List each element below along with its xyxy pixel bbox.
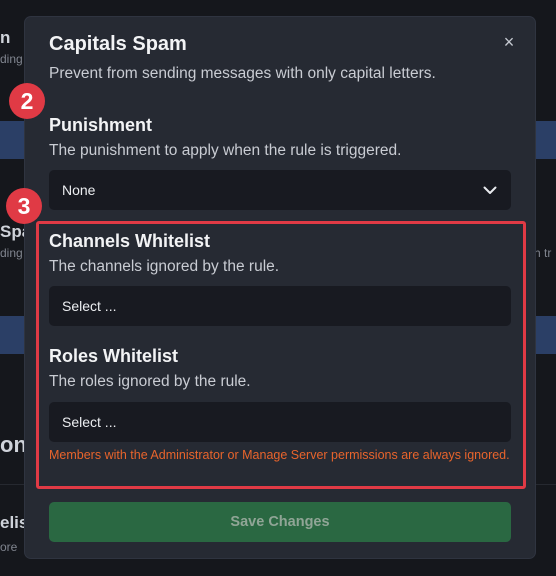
bg-text: ding (0, 52, 23, 66)
punishment-title: Punishment (49, 115, 153, 135)
save-changes-button[interactable]: Save Changes (49, 502, 511, 542)
punishment-select[interactable]: None (49, 170, 511, 210)
bg-text: ding (0, 246, 23, 260)
chevron-down-icon (483, 186, 497, 194)
modal-title: Capitals Spam (49, 33, 187, 55)
step-badge-3: 3 (6, 188, 42, 224)
highlight-box (36, 221, 526, 489)
step-badge-2: 2 (9, 83, 45, 119)
punishment-description: The punishment to apply when the rule is… (49, 142, 402, 159)
punishment-value: None (62, 182, 96, 198)
bg-text: on (0, 432, 27, 457)
modal-description: Prevent from sending messages with only … (49, 65, 436, 82)
bg-text: n (0, 28, 11, 47)
close-icon[interactable]: × (499, 32, 519, 52)
bg-text: ore (0, 540, 18, 554)
bg-text: h tr (534, 246, 552, 260)
